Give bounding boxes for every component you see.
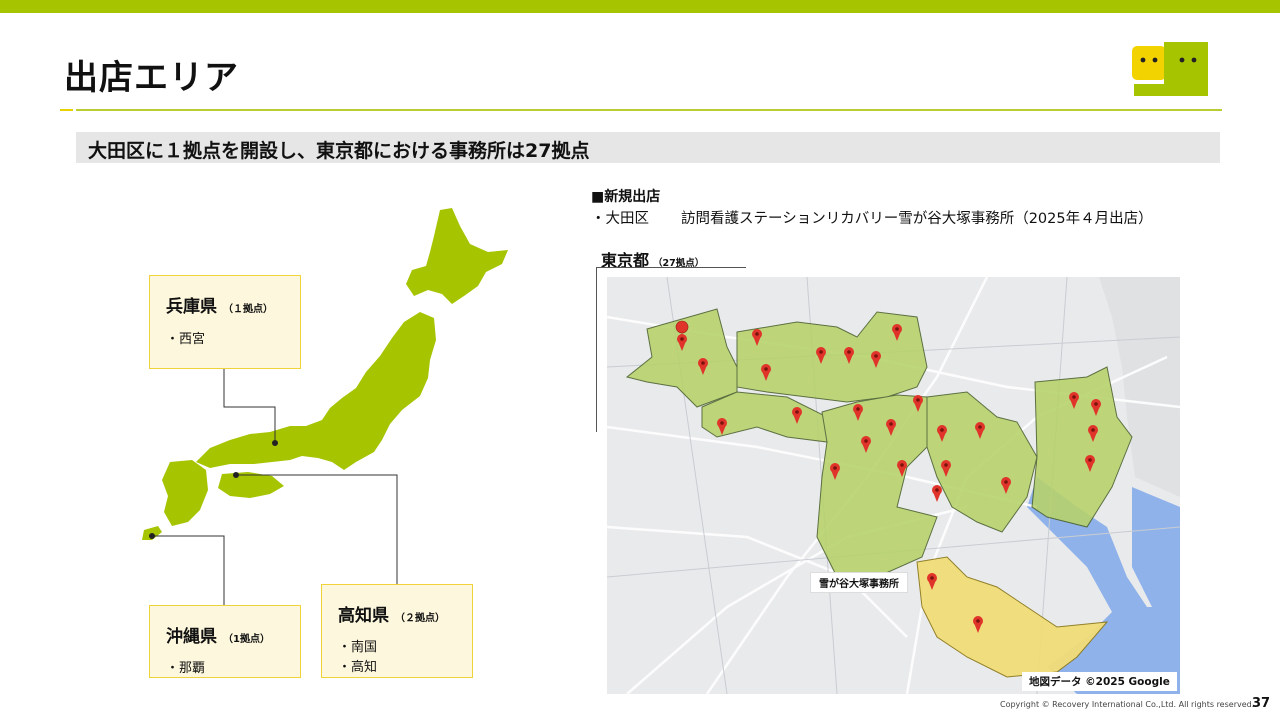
- prefecture-item: ・高知: [338, 660, 378, 675]
- prefecture-name: 兵庫県 （１拠点）: [166, 297, 273, 317]
- prefecture-item: ・西宮: [166, 332, 206, 347]
- subheading-band: 大田区に１拠点を開設し、東京都における事務所は27拠点: [76, 132, 1220, 163]
- title-rule: [76, 109, 1222, 111]
- kyushu-shape: [162, 460, 208, 526]
- prefecture-name: 沖縄県 （1拠点）: [166, 627, 270, 647]
- new-store-heading: ■新規出店: [591, 189, 661, 205]
- okinawa-shape: [142, 526, 162, 540]
- title-rule-accent: [60, 109, 73, 111]
- prefecture-name: 高知県 （２拠点）: [338, 606, 445, 626]
- prefecture-item: ・南国: [338, 640, 378, 655]
- prefecture-box-hyogo: 兵庫県 （１拠点） ・西宮: [149, 275, 301, 369]
- copyright-text: Copyright © Recovery International Co.,L…: [1000, 700, 1255, 709]
- new-store-detail: 訪問看護ステーションリカバリー雪が谷大塚事務所（2025年４月出店）: [681, 211, 1153, 227]
- hokkaido-shape: [406, 208, 508, 304]
- tokyo-bracket-line: [596, 267, 746, 268]
- shikoku-shape: [218, 472, 284, 498]
- tokyo-map: [607, 277, 1180, 694]
- company-logo-icon: [1132, 42, 1208, 96]
- prefecture-box-kochi: 高知県 （２拠点） ・南国 ・高知: [321, 584, 473, 678]
- subheading-text: 大田区に１拠点を開設し、東京都における事務所は27拠点: [88, 140, 590, 162]
- japan-map: [142, 208, 508, 540]
- office-label: 雪が谷大塚事務所: [810, 572, 908, 593]
- page-title: 出店エリア: [64, 58, 239, 98]
- top-accent-bar: [0, 0, 1280, 13]
- new-store-ward: ・大田区: [591, 211, 649, 227]
- prefecture-item: ・那覇: [166, 661, 206, 676]
- map-credit: 地図データ ©2025 Google: [1022, 672, 1177, 691]
- tokyo-bracket-line: [596, 267, 597, 432]
- prefecture-box-okinawa: 沖縄県 （1拠点） ・那覇: [149, 605, 301, 678]
- new-store-line: ・大田区 訪問看護ステーションリカバリー雪が谷大塚事務所（2025年４月出店）: [591, 207, 1153, 228]
- page-number: 37: [1252, 696, 1271, 711]
